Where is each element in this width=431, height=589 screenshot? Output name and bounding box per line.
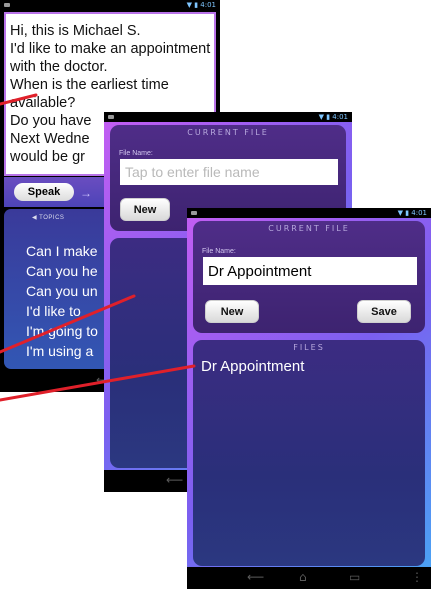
status-icons: ▼ ▮ 4:01 xyxy=(186,1,216,9)
speak-button[interactable]: Speak xyxy=(14,183,74,201)
screen-file-saved: ▼ ▮ 4:01 CURRENT FILE File Name: New Sav… xyxy=(187,208,431,589)
message-line: Hi, this is Michael S. xyxy=(10,23,141,39)
files-title: FILES xyxy=(293,343,325,352)
arrow-right-icon[interactable]: → xyxy=(80,186,92,200)
file-name-input[interactable] xyxy=(120,159,338,185)
status-bar: ▼ ▮ 4:01 xyxy=(187,208,431,218)
notification-icon xyxy=(108,115,114,119)
message-line: I'd like to make an appointment xyxy=(10,41,211,57)
topics-tab[interactable]: ◀ TOPICS xyxy=(32,214,64,221)
new-file-button[interactable]: New xyxy=(120,198,170,221)
new-file-button[interactable]: New xyxy=(205,300,259,323)
recent-apps-icon[interactable]: ▭ xyxy=(349,570,360,584)
message-line: available? xyxy=(10,95,76,111)
home-icon[interactable]: ⌂ xyxy=(299,570,307,584)
message-line: When is the earliest time xyxy=(10,77,169,93)
status-bar: ▼ ▮ 4:01 xyxy=(104,112,352,122)
topic-item[interactable]: Can you he xyxy=(26,263,98,279)
current-file-title: CURRENT FILE xyxy=(187,128,269,137)
current-file-title: CURRENT FILE xyxy=(268,224,350,233)
file-list-item[interactable]: Dr Appointment xyxy=(201,358,304,375)
message-line: with the doctor. xyxy=(10,59,108,75)
topic-item[interactable]: I'm using a xyxy=(26,343,93,359)
back-icon[interactable]: ⟵ xyxy=(247,570,264,584)
current-file-panel: CURRENT FILE File Name: New Save xyxy=(193,221,425,333)
file-name-label: File Name: xyxy=(119,150,153,157)
topic-item[interactable]: I'd like to xyxy=(26,303,81,319)
menu-icon[interactable]: ⋮ xyxy=(411,570,423,584)
topic-item[interactable]: Can you un xyxy=(26,283,98,299)
file-name-label: File Name: xyxy=(202,248,236,255)
notification-icon xyxy=(191,211,197,215)
status-icons: ▼ ▮ 4:01 xyxy=(318,113,348,121)
save-file-button[interactable]: Save xyxy=(357,300,411,323)
notification-icon xyxy=(4,3,10,7)
status-icons: ▼ ▮ 4:01 xyxy=(397,209,427,217)
file-name-input[interactable] xyxy=(203,257,417,285)
topic-item[interactable]: I'm going to xyxy=(26,323,98,339)
back-icon[interactable]: ⟵ xyxy=(166,473,183,487)
navigation-bar: ⟵ ⌂ ▭ ⋮ xyxy=(187,567,431,589)
topic-item[interactable]: Can I make xyxy=(26,243,98,259)
files-panel: FILES Dr Appointment xyxy=(193,340,425,566)
status-bar: ▼ ▮ 4:01 xyxy=(0,0,220,10)
